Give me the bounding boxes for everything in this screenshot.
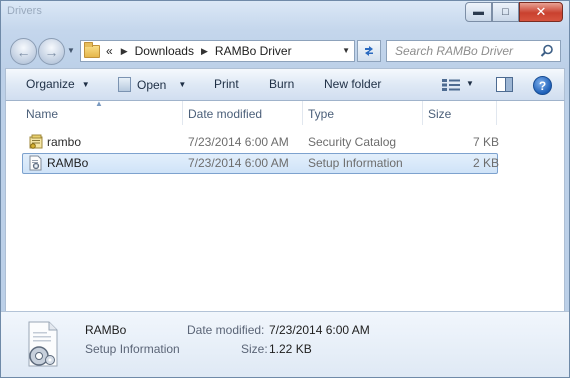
recent-pages-dropdown[interactable]: ▼ — [67, 46, 75, 55]
help-icon[interactable]: ? — [533, 76, 552, 95]
file-name: RAMBo — [47, 156, 89, 170]
details-file-name: RAMBo — [85, 323, 127, 337]
search-input[interactable] — [395, 44, 535, 58]
file-row-rambo-inf[interactable]: RAMBo 7/23/2014 6:00 AM Setup Informatio… — [22, 153, 500, 174]
window-title: Drivers — [7, 5, 42, 17]
command-bar: Organize ▼ Open ▼ Print Burn New folder … — [5, 68, 565, 101]
details-pane: RAMBo Setup Information Date modified: 7… — [1, 311, 569, 377]
file-size: 7 KB — [473, 135, 500, 149]
column-header-date[interactable]: Date modified — [188, 107, 262, 121]
column-header-name[interactable]: Name — [26, 107, 58, 121]
column-headers: ▲ Name Date modified Type Size — [6, 99, 564, 127]
details-size-label: Size: — [241, 342, 268, 356]
sort-ascending-icon: ▲ — [95, 99, 103, 108]
maximize-icon: □ — [502, 6, 509, 18]
file-date: 7/23/2014 6:00 AM — [188, 156, 289, 170]
minimize-icon: ▬ — [473, 6, 484, 18]
organize-label: Organize — [26, 77, 75, 91]
breadcrumb-separator-icon[interactable]: ▶ — [201, 46, 208, 57]
file-type: Setup Information — [308, 156, 403, 170]
open-label: Open — [137, 77, 167, 92]
explorer-window: Drivers ▬ □ ✕ ← → ▼ « ▶ Downloads ▶ RAMB… — [0, 0, 570, 378]
column-divider[interactable] — [182, 101, 183, 125]
file-size: 2 KB — [473, 156, 500, 170]
setup-info-icon — [29, 155, 42, 171]
burn-label: Burn — [269, 77, 295, 91]
column-divider[interactable] — [422, 101, 423, 125]
column-divider[interactable] — [496, 101, 497, 125]
details-date-value: 7/23/2014 6:00 AM — [269, 323, 370, 337]
views-dropdown-icon[interactable]: ▼ — [466, 79, 474, 88]
new-folder-button[interactable]: New folder — [324, 77, 381, 91]
title-bar[interactable]: Drivers ▬ □ ✕ — [1, 1, 570, 29]
refresh-button[interactable] — [357, 40, 381, 62]
column-header-size[interactable]: Size — [428, 107, 451, 121]
burn-button[interactable]: Burn — [269, 77, 294, 91]
organize-menu[interactable]: Organize ▼ — [26, 77, 90, 91]
back-arrow-icon: ← — [16, 43, 31, 60]
close-button[interactable]: ✕ — [519, 2, 563, 22]
print-label: Print — [214, 77, 239, 91]
forward-button[interactable]: → — [38, 38, 65, 65]
chevron-down-icon: ▼ — [178, 80, 187, 89]
change-view-icon[interactable] — [442, 78, 460, 92]
navigation-bar: ← → ▼ « ▶ Downloads ▶ RAMBo Driver ▼ — [1, 31, 570, 71]
file-date: 7/23/2014 6:00 AM — [188, 135, 289, 149]
address-dropdown-icon[interactable]: ▼ — [342, 46, 350, 55]
print-button[interactable]: Print — [214, 77, 239, 91]
close-icon: ✕ — [535, 4, 547, 19]
new-folder-label: New folder — [324, 77, 382, 91]
maximize-button[interactable]: □ — [492, 2, 519, 22]
breadcrumb-rambo-driver[interactable]: RAMBo Driver — [215, 44, 292, 58]
breadcrumb-downloads[interactable]: Downloads — [135, 44, 194, 58]
breadcrumb-separator-icon: ▶ — [120, 45, 128, 56]
details-date-label: Date modified: — [187, 323, 265, 337]
search-icon[interactable] — [540, 44, 554, 58]
security-catalog-icon — [29, 134, 43, 149]
column-divider[interactable] — [302, 101, 303, 125]
caption-buttons: ▬ □ ✕ — [465, 2, 563, 22]
chevron-down-icon: ▼ — [81, 79, 90, 89]
search-box — [386, 40, 561, 62]
setup-info-large-icon — [28, 321, 58, 367]
back-button[interactable]: ← — [10, 38, 37, 65]
open-with-icon — [118, 77, 131, 92]
address-bar[interactable]: « ▶ Downloads ▶ RAMBo Driver ▼ — [80, 40, 355, 62]
file-type: Security Catalog — [308, 135, 397, 149]
history-marker[interactable]: « — [106, 44, 113, 58]
minimize-button[interactable]: ▬ — [465, 2, 492, 22]
column-header-type[interactable]: Type — [308, 107, 334, 121]
details-size-value: 1.22 KB — [269, 342, 312, 356]
file-name: rambo — [47, 135, 82, 149]
details-file-type: Setup Information — [85, 342, 180, 356]
refresh-icon — [365, 46, 373, 56]
forward-arrow-icon: → — [44, 43, 59, 60]
file-row-rambo-cat[interactable]: rambo 7/23/2014 6:00 AM Security Catalog… — [22, 132, 500, 153]
file-list: ▲ Name Date modified Type Size rambo 7/2… — [5, 99, 565, 311]
open-menu[interactable]: Open ▼ — [118, 77, 186, 92]
preview-pane-icon[interactable] — [496, 77, 513, 92]
folder-icon — [84, 41, 100, 58]
